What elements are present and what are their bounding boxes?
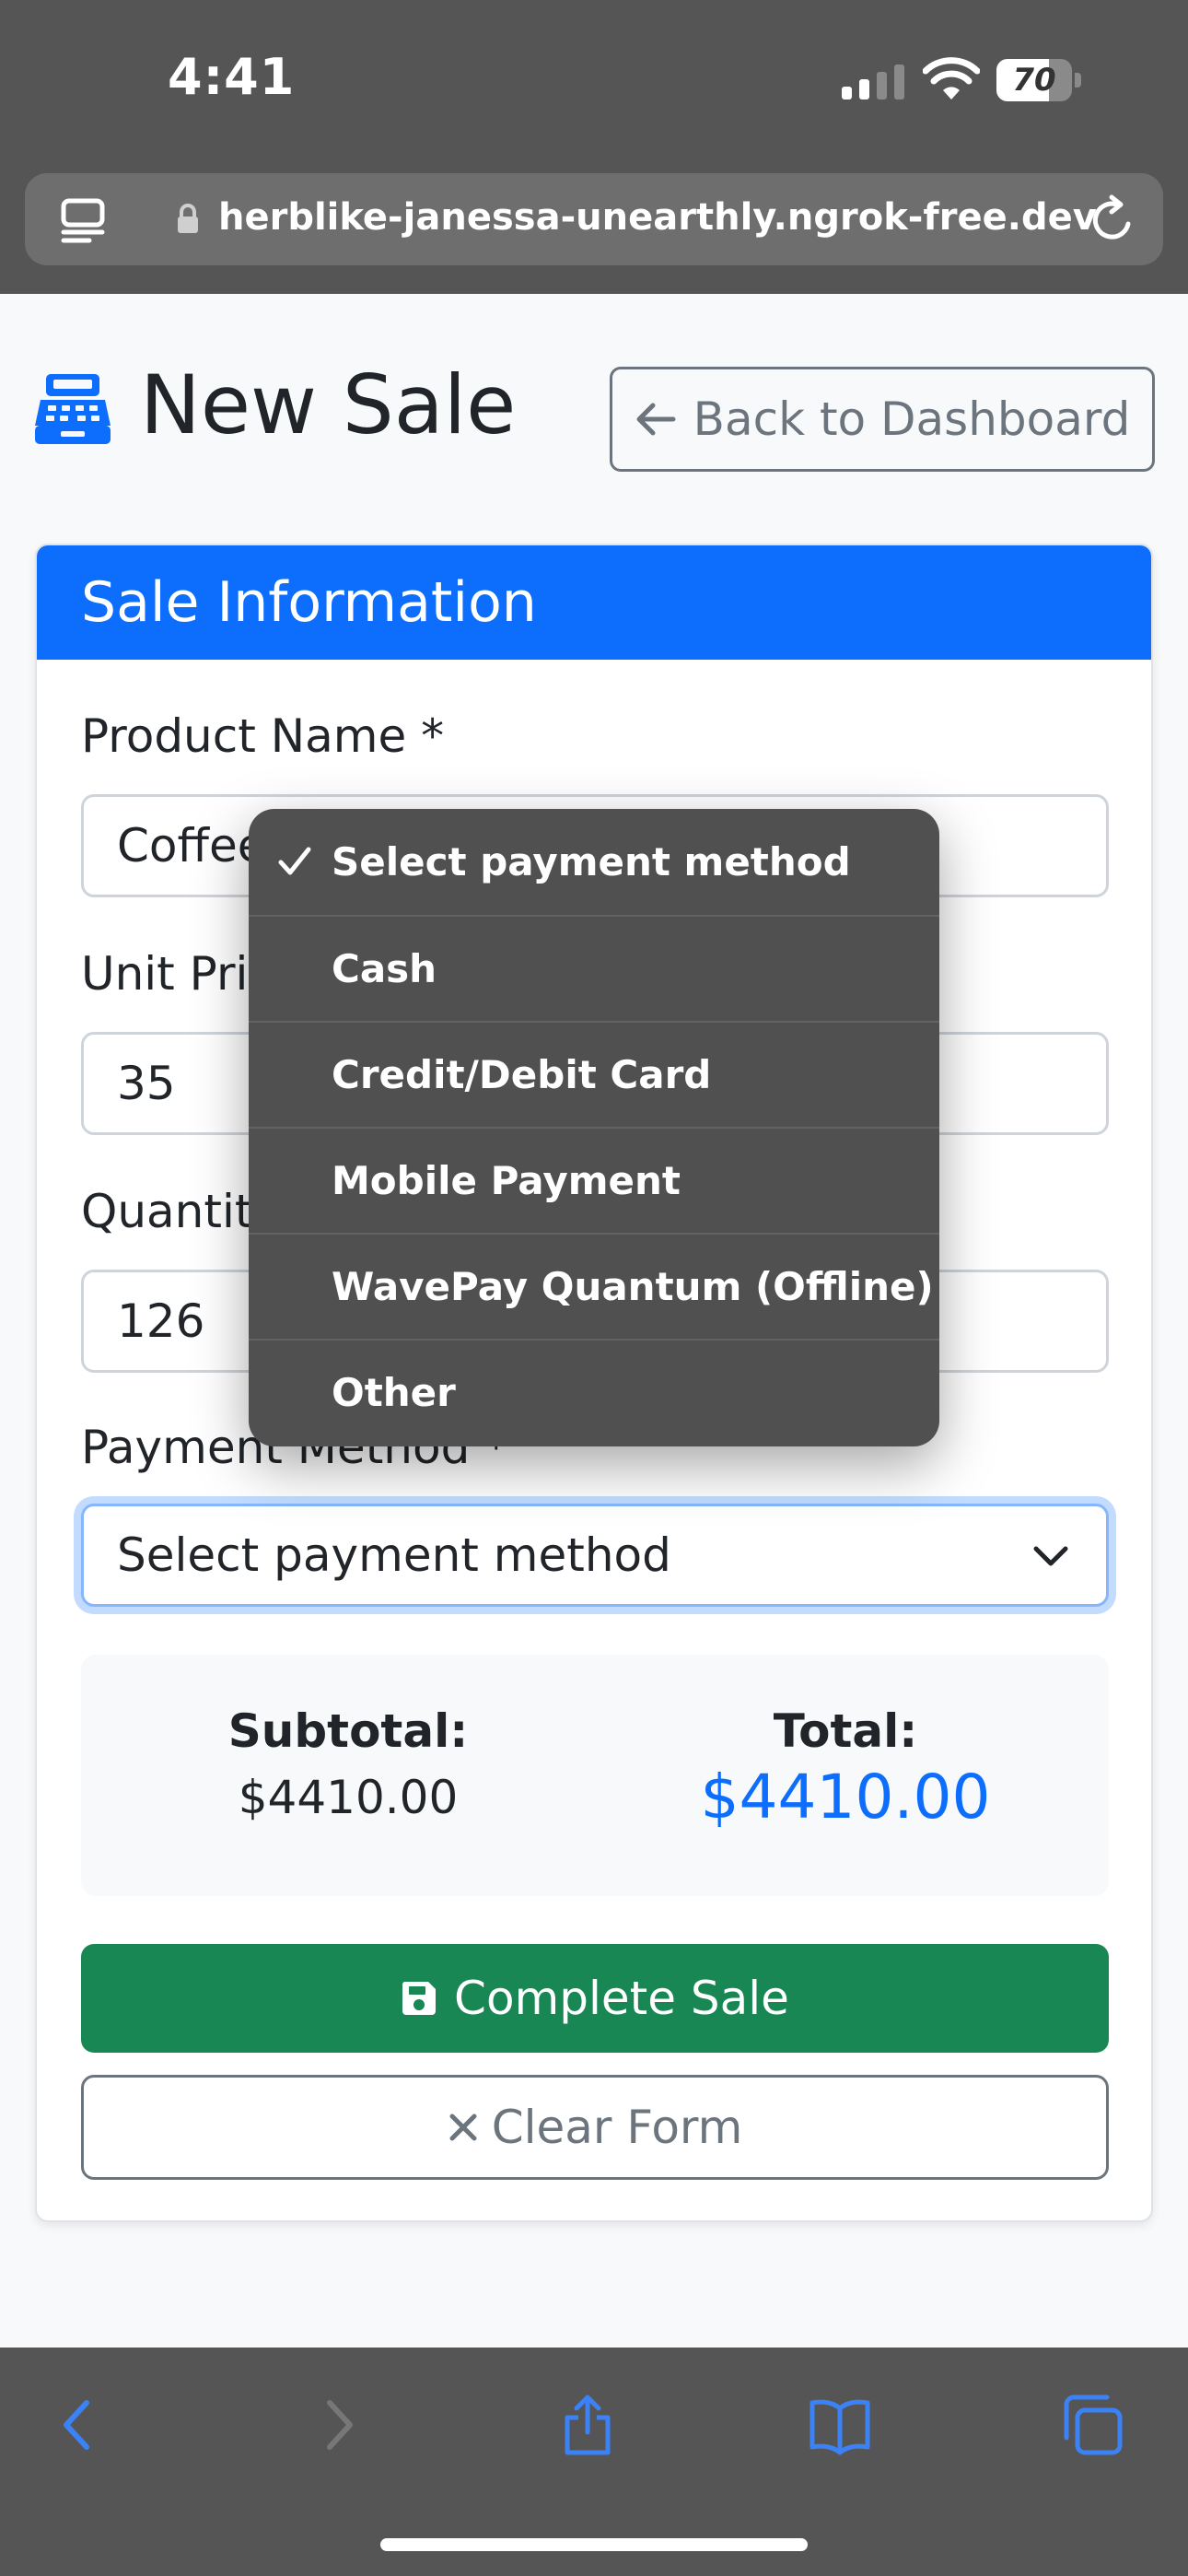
dropdown-option-mobile-payment[interactable]: Mobile Payment — [249, 1128, 939, 1234]
dropdown-option-other[interactable]: Other — [249, 1340, 939, 1446]
cash-register-icon — [35, 374, 111, 444]
wifi-icon — [923, 57, 980, 100]
subtotal-label: Subtotal: — [227, 1704, 469, 1758]
complete-sale-button[interactable]: Complete Sale — [81, 1944, 1109, 2053]
back-button-label: Back to Dashboard — [693, 392, 1131, 446]
payment-method-value: Select payment method — [117, 1528, 671, 1582]
page-title: New Sale — [140, 357, 517, 452]
status-time: 4:41 — [168, 48, 296, 106]
battery-indicator: 70 — [996, 59, 1081, 101]
page-menu-icon[interactable] — [58, 195, 108, 245]
lock-icon — [178, 204, 198, 233]
dropdown-option-label: Credit/Debit Card — [332, 1052, 712, 1097]
payment-method-dropdown: Select payment method Cash Credit/Debit … — [249, 809, 939, 1446]
save-icon — [402, 1982, 437, 2015]
reload-icon[interactable] — [1086, 193, 1139, 247]
subtotal-value: $4410.00 — [238, 1771, 459, 1824]
browser-top-chrome: 4:41 70 herblike-janessa-unearthly.ngrok… — [0, 0, 1188, 294]
totals-panel: Subtotal: $4410.00 Total: $4410.00 — [81, 1655, 1109, 1896]
payment-method-select[interactable]: Select payment method — [81, 1504, 1109, 1607]
back-to-dashboard-button[interactable]: Back to Dashboard — [610, 367, 1155, 472]
dropdown-option-label: Cash — [332, 946, 437, 991]
cellular-signal-icon — [842, 64, 904, 100]
clear-form-button[interactable]: Clear Form — [81, 2075, 1109, 2180]
chevron-down-icon — [1033, 1546, 1068, 1566]
dropdown-option-label: Select payment method — [332, 839, 851, 884]
close-icon — [449, 2113, 477, 2141]
url-text: herblike-janessa-unearthly.ngrok-free.de… — [218, 196, 1097, 239]
arrow-left-icon — [636, 403, 676, 436]
dropdown-option-select-payment-method[interactable]: Select payment method — [249, 809, 939, 915]
total-label: Total: — [773, 1704, 918, 1758]
dropdown-option-label: Mobile Payment — [332, 1158, 681, 1203]
clear-form-label: Clear Form — [491, 2101, 743, 2154]
checkmark-icon — [278, 847, 311, 875]
dropdown-option-label: WavePay Quantum (Offline) — [332, 1264, 934, 1309]
bookmarks-icon[interactable] — [807, 2392, 873, 2458]
forward-icon[interactable] — [304, 2392, 370, 2458]
product-name-label: Product Name * — [81, 709, 445, 763]
card-title: Sale Information — [37, 545, 1151, 660]
battery-level: 70 — [1012, 62, 1056, 99]
dropdown-option-label: Other — [332, 1370, 456, 1415]
page: 4:41 70 herblike-janessa-unearthly.ngrok… — [0, 0, 1188, 2576]
complete-sale-label: Complete Sale — [454, 1972, 789, 2025]
dropdown-option-card[interactable]: Credit/Debit Card — [249, 1022, 939, 1128]
dropdown-option-cash[interactable]: Cash — [249, 916, 939, 1022]
address-bar[interactable]: herblike-janessa-unearthly.ngrok-free.de… — [25, 173, 1163, 265]
home-indicator — [380, 2538, 808, 2551]
back-icon[interactable] — [46, 2392, 112, 2458]
total-value: $4410.00 — [700, 1762, 991, 1832]
share-icon[interactable] — [554, 2392, 621, 2458]
tabs-icon[interactable] — [1059, 2392, 1125, 2458]
dropdown-option-wavepay[interactable]: WavePay Quantum (Offline) — [249, 1234, 939, 1340]
